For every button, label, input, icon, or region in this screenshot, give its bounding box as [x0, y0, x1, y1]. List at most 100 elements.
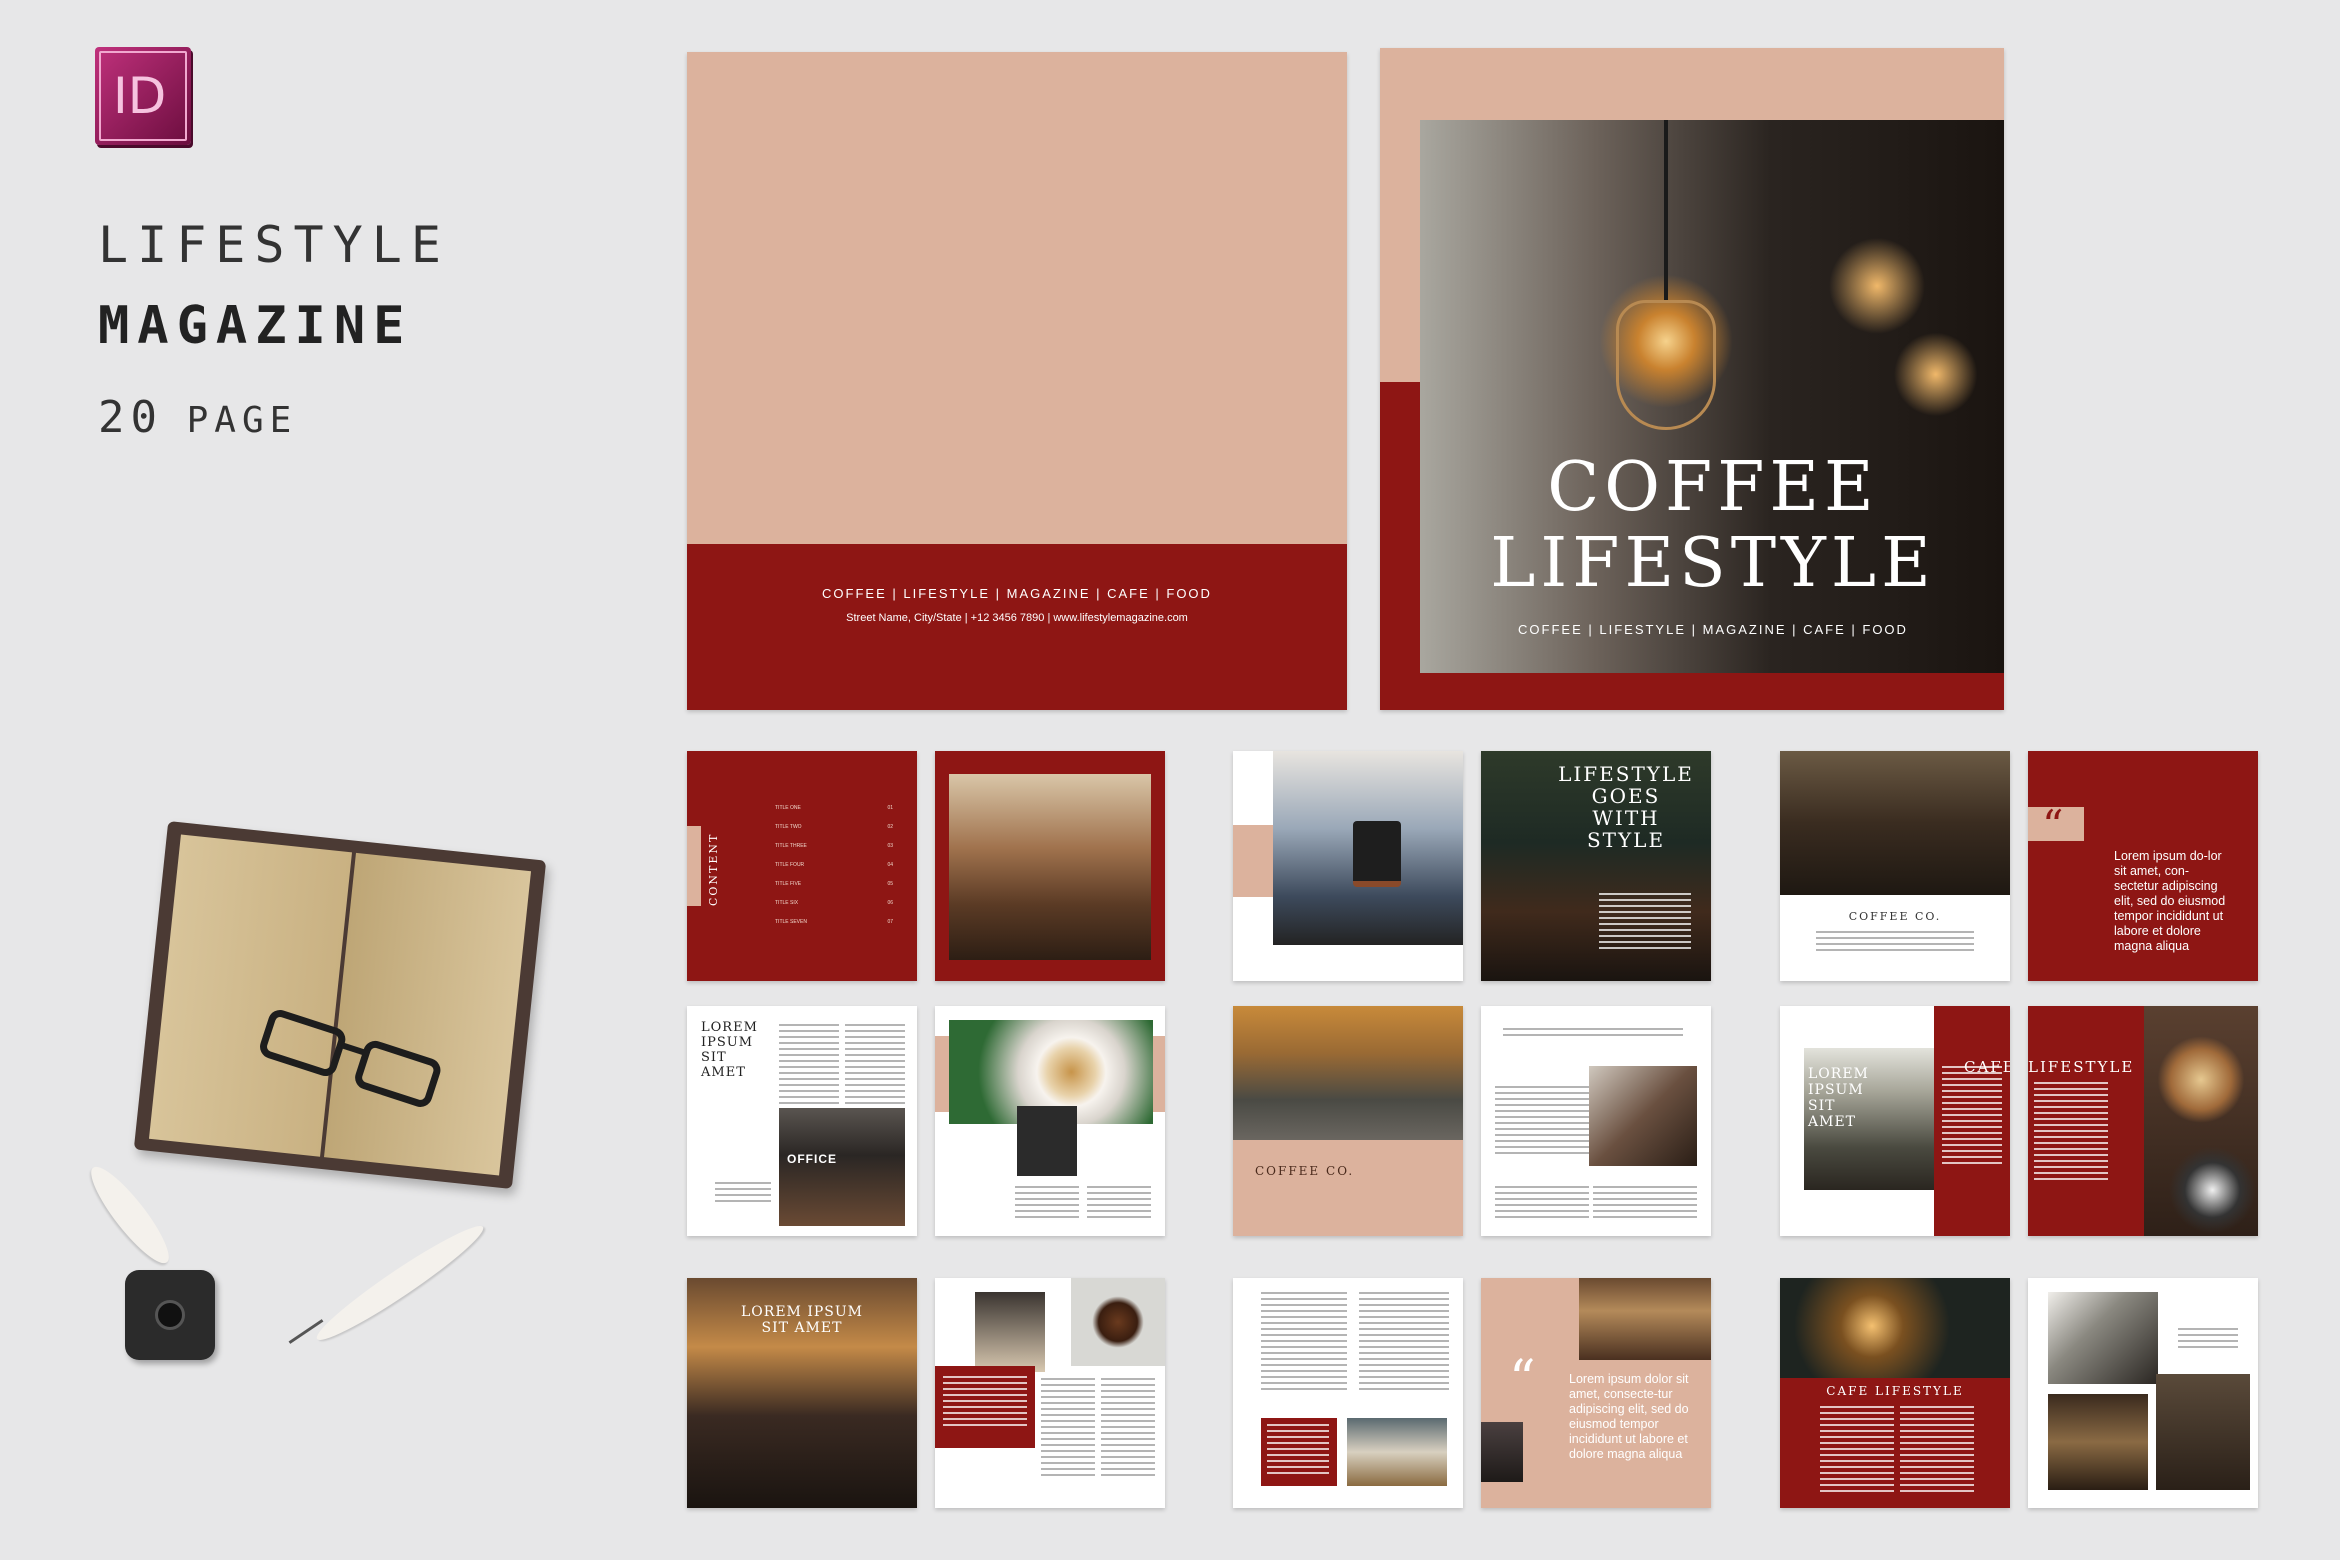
lamp-cord	[1664, 120, 1668, 300]
quill-feather-icon	[81, 1158, 179, 1272]
coffee-beans-page[interactable]	[935, 1278, 1165, 1508]
text-red-box	[1261, 1418, 1337, 1486]
body-text-block	[1495, 1186, 1589, 1220]
couple-page[interactable]: LOREM IPSUM SIT AMET	[687, 1278, 917, 1508]
street-cafe-page[interactable]	[935, 751, 1165, 981]
magazine-rack-page[interactable]	[2028, 1278, 2258, 1508]
body-text-block	[2178, 1328, 2238, 1348]
coffee-co-street-page[interactable]: COFFEE CO.	[1233, 1006, 1463, 1236]
body-text-block	[1900, 1406, 1974, 1496]
quote-mark-icon: “	[2042, 801, 2064, 850]
body-text-block	[1599, 893, 1691, 949]
lifestyle-goes-headline: LIFESTYLE GOES WITH STYLE	[1558, 762, 1694, 852]
handbag-icon	[1353, 821, 1401, 887]
handbag-photo	[1273, 751, 1463, 945]
body-text-block	[1041, 1378, 1095, 1478]
contents-item[interactable]: TITLE TWO 02	[775, 824, 893, 843]
cafe-table-photo	[1347, 1418, 1447, 1486]
body-text-block	[1359, 1292, 1449, 1392]
back-cover-page[interactable]: COFFEE | LIFESTYLE | MAGAZINE | CAFE | F…	[687, 52, 1347, 710]
street-people-photo	[1481, 1422, 1523, 1482]
coffee-co-heading: COFFEE CO.	[1848, 910, 1942, 923]
title-magazine: MAGAZINE	[98, 296, 413, 356]
title-page-count: 20 PAGE	[98, 392, 297, 443]
title-lifestyle: LIFESTYLE	[98, 216, 450, 274]
body-text-block	[943, 1376, 1027, 1426]
body-text-block	[1267, 1424, 1329, 1474]
lorem-cafe-headline: LOREM IPSUM SIT AMET	[1808, 1066, 1869, 1130]
text-spread-page[interactable]	[1233, 1278, 1463, 1508]
contents-item[interactable]: TITLE FIVE 05	[775, 881, 893, 900]
barista-page[interactable]	[1481, 1006, 1711, 1236]
coffee-co-street-heading: COFFEE CO.	[1255, 1164, 1355, 1178]
body-text-block	[2034, 1082, 2108, 1182]
body-text-block	[1942, 1066, 2002, 1166]
quote-pink-page[interactable]: “ Lorem ipsum dolor sit amet, consecte-t…	[1481, 1278, 1711, 1508]
contents-tab	[687, 826, 701, 906]
storefront-sign-photo	[1017, 1106, 1077, 1176]
contents-item[interactable]: TITLE SEVEN 07	[775, 919, 893, 938]
coffee-beans-photo	[1071, 1278, 1165, 1366]
cafe-storefront-photo	[1579, 1278, 1711, 1360]
office-sign: OFFICE	[787, 1152, 837, 1166]
open-notebook-image	[133, 821, 547, 1189]
body-text-block	[715, 1182, 771, 1202]
cafe-headline: CAFE	[1964, 1058, 2010, 1076]
coffee-co-pink-block	[1233, 1140, 1463, 1236]
feather-pen-icon	[309, 1216, 491, 1350]
quote-mark-box: “	[2028, 801, 2084, 850]
quote-page[interactable]: “ Lorem ipsum do-lor sit amet, con-secte…	[2028, 751, 2258, 981]
lorem-cafe-page[interactable]: LOREM IPSUM SIT AMET CAFE	[1780, 1006, 2010, 1236]
cafe-lifestyle-page[interactable]: CAFE LIFESTYLE	[1780, 1278, 2010, 1508]
front-cover-page[interactable]: COFFEE LIFESTYLE COFFEE | LIFESTYLE | MA…	[1380, 48, 2004, 710]
contents-item[interactable]: TITLE FOUR 04	[775, 862, 893, 881]
coffee-cups-photo	[2144, 1006, 2258, 1236]
page-count-word: PAGE	[186, 400, 298, 441]
rainy-cafe-photo	[1780, 751, 2010, 895]
body-text-block	[1101, 1378, 1155, 1478]
back-cover-top-band	[687, 52, 1347, 544]
body-text-block	[1087, 1186, 1151, 1222]
autumn-street-photo	[1233, 1006, 1463, 1140]
magazine-table-photo	[2048, 1292, 2158, 1384]
contents-item[interactable]: TITLE ONE 01	[775, 805, 893, 824]
lifestyle-coffee-page[interactable]: LIFESTYLE	[2028, 1006, 2258, 1236]
body-text-block	[1816, 931, 1974, 951]
body-text-block	[1820, 1406, 1894, 1496]
cover-title-coffee: COFFEE	[1547, 448, 1879, 527]
coffee-co-page[interactable]: COFFEE CO.	[1780, 751, 2010, 981]
contents-list: TITLE ONE 01 TITLE TWO 02 TITLE THREE 03 TI…	[775, 805, 893, 938]
street-cafe-photo	[949, 774, 1151, 960]
handbag-page[interactable]	[1233, 751, 1463, 981]
cover-title-lifestyle: LIFESTYLE	[1490, 524, 1936, 603]
office-storefront-photo: OFFICE	[779, 1108, 905, 1226]
indesign-app-icon: ID	[95, 47, 191, 145]
lifestyle-headline: LIFESTYLE	[2028, 1058, 2135, 1076]
cafe-interior-photo-2	[2156, 1374, 2250, 1490]
body-text-block	[1261, 1292, 1347, 1392]
back-cover-tagline: COFFEE | LIFESTYLE | MAGAZINE | CAFE | F…	[822, 586, 1212, 601]
lamp-cage-icon	[1616, 300, 1716, 430]
cafe-red-column	[1934, 1006, 2010, 1236]
contents-heading: CONTENT	[707, 832, 720, 906]
back-cover-address: Street Name, City/State | +12 3456 7890 …	[846, 612, 1188, 624]
page-count-number: 20	[98, 392, 163, 443]
body-text-block	[1495, 1086, 1589, 1156]
lorem-ipsum-headline: LOREM IPSUM SIT AMET	[701, 1020, 758, 1080]
couple-headline: LOREM IPSUM SIT AMET	[741, 1304, 863, 1336]
cafe-interior-photo	[2048, 1394, 2148, 1490]
lorem-ipsum-page[interactable]: LOREM IPSUM SIT AMET OFFICE	[687, 1006, 917, 1236]
coffee-bag-photo	[975, 1292, 1045, 1372]
quote-pink-text: Lorem ipsum dolor sit amet, consecte-tur…	[1569, 1372, 1689, 1461]
body-text-block	[845, 1024, 905, 1104]
body-text-block	[779, 1024, 839, 1104]
contents-page[interactable]: CONTENT TITLE ONE 01 TITLE TWO 02 TITLE TH…	[687, 751, 917, 981]
inkwell-icon	[125, 1270, 215, 1360]
contents-item[interactable]: TITLE SIX 06	[775, 900, 893, 919]
barista-photo	[1589, 1066, 1697, 1166]
latte-page[interactable]	[935, 1006, 1165, 1236]
coffee-red-box	[935, 1366, 1035, 1448]
back-cover-bottom-band	[687, 544, 1347, 710]
contents-item[interactable]: TITLE THREE 03	[775, 843, 893, 862]
lifestyle-goes-page[interactable]: LIFESTYLE GOES WITH STYLE	[1481, 751, 1711, 981]
